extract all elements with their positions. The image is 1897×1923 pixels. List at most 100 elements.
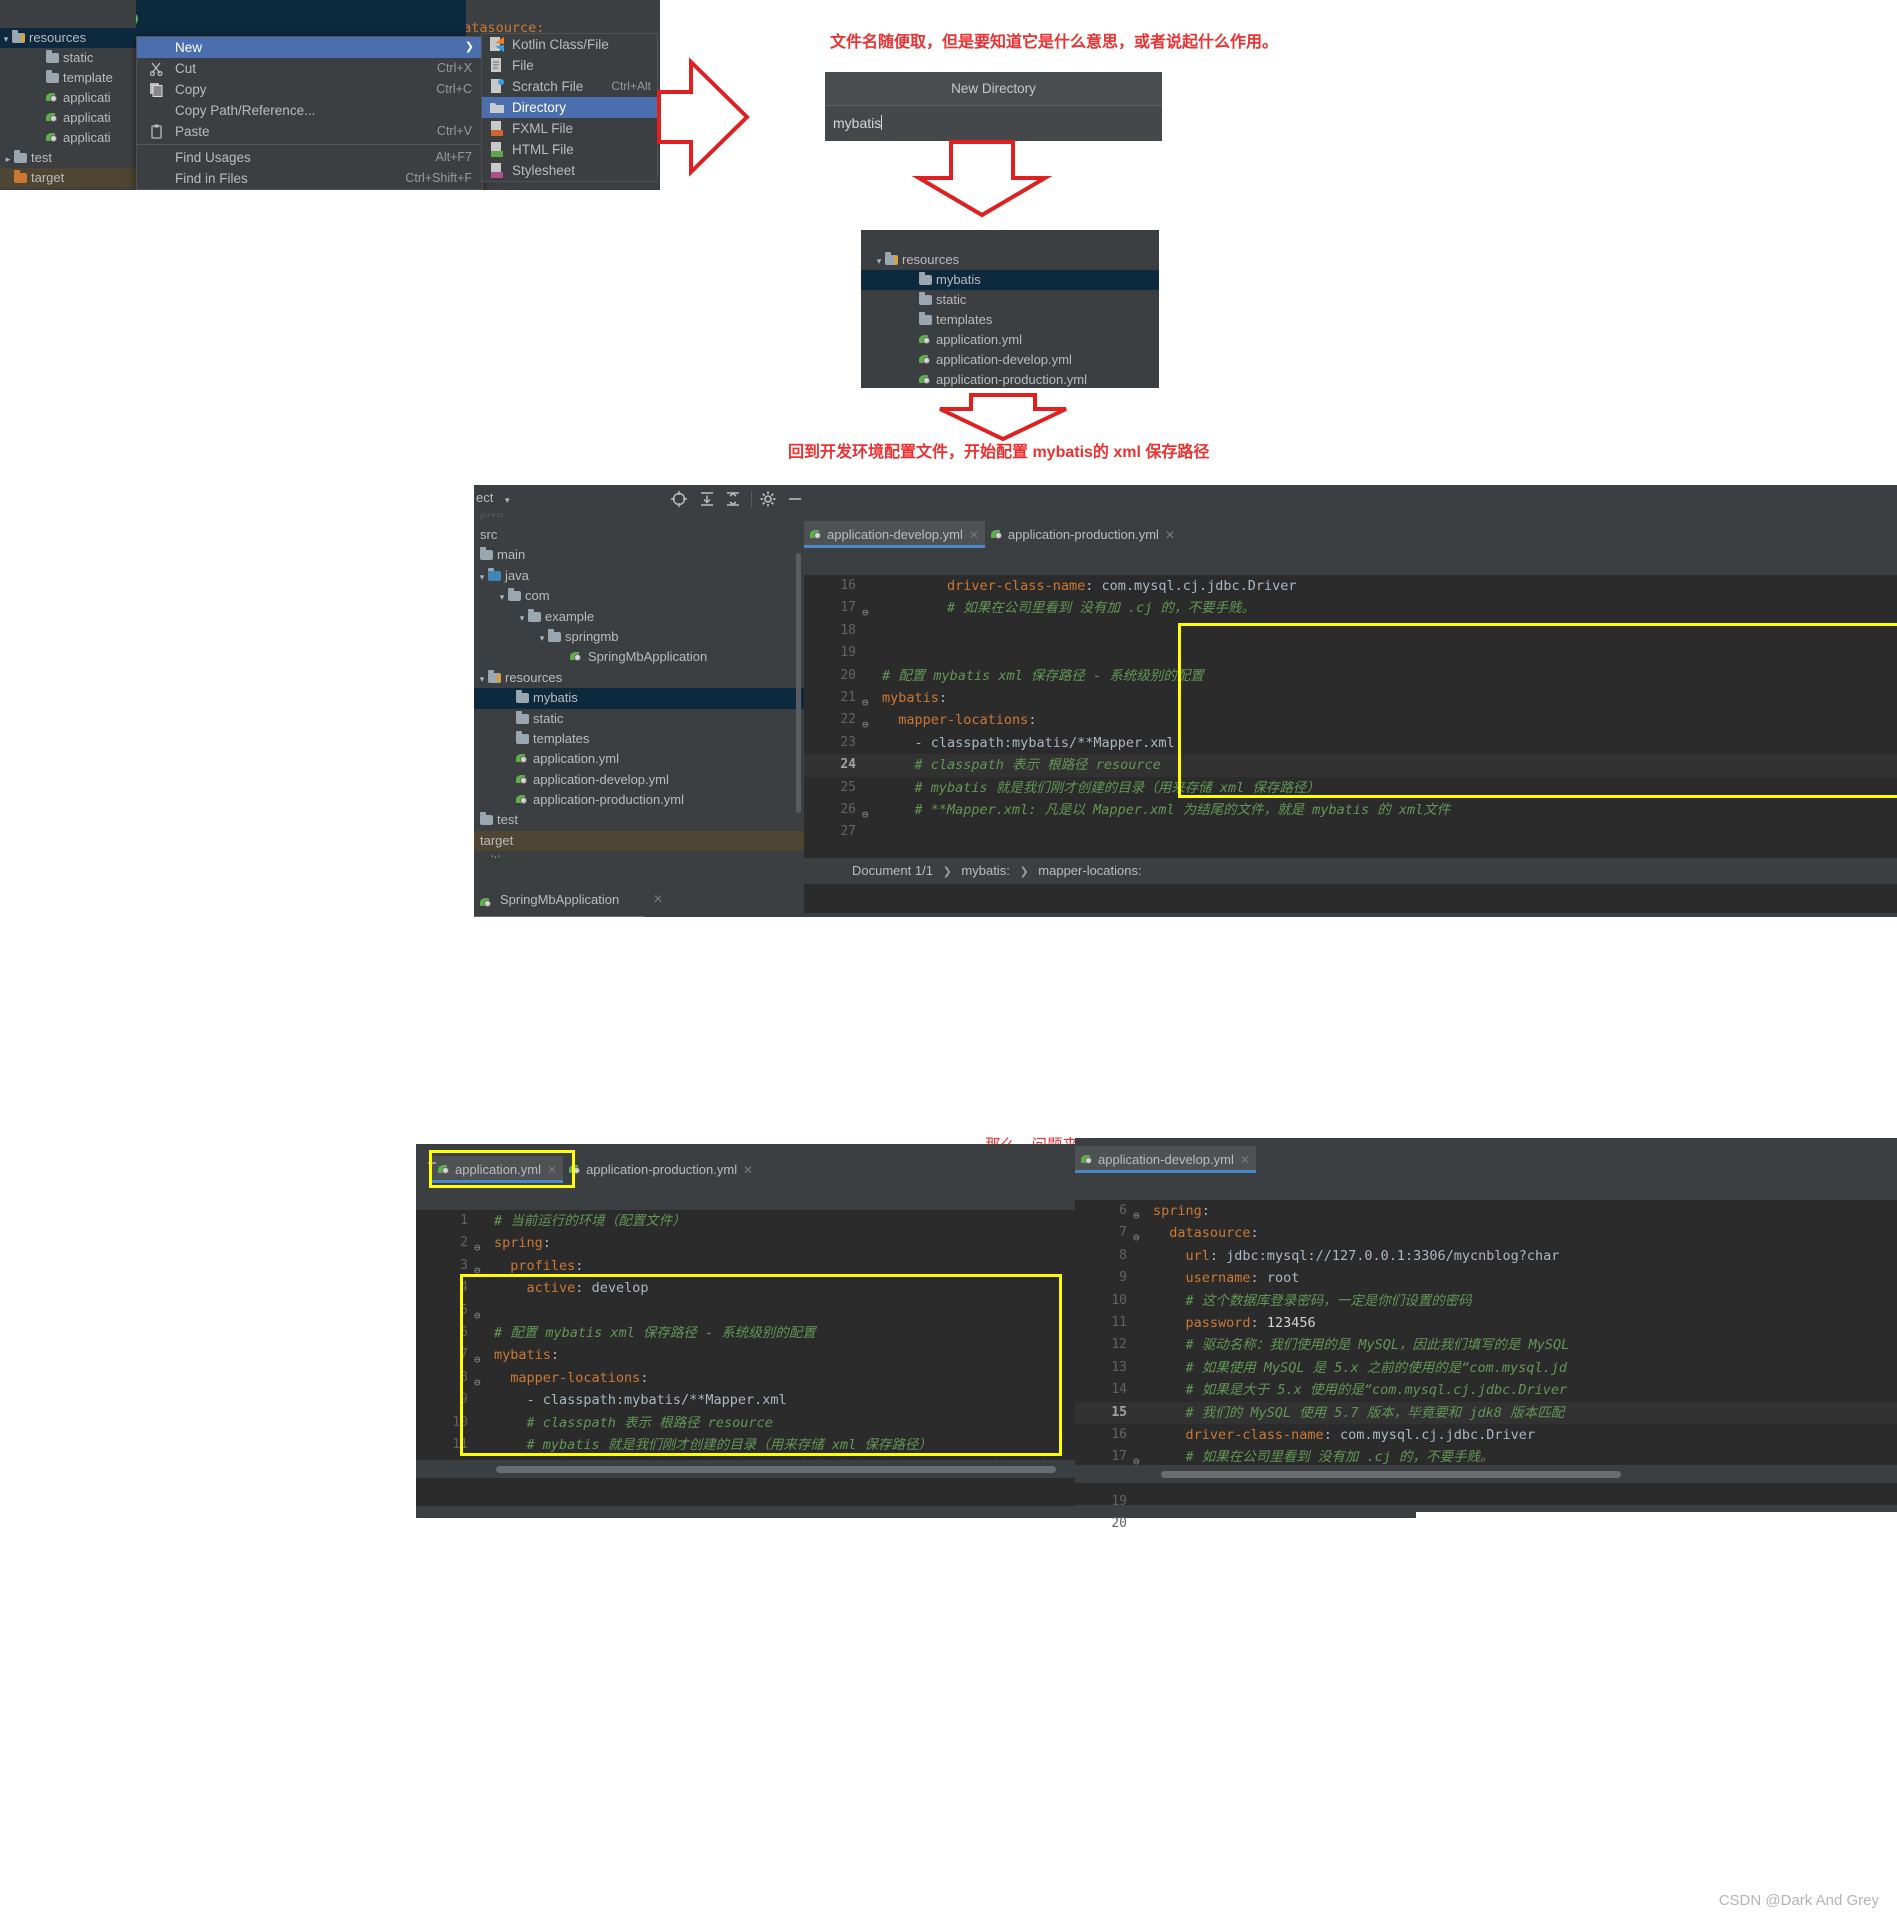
code-line[interactable]: 18 xyxy=(804,620,1897,642)
tree-row[interactable]: application-develop.yml xyxy=(474,770,804,790)
code-line[interactable]: 17 ⊖ # 如果在公司里看到 没有加 .cj 的，不要手贱。 xyxy=(804,597,1897,619)
tree-row[interactable]: static xyxy=(474,709,804,729)
code-line[interactable]: 12 # 驱动名称：我们使用的是 MySQL，因此我们填写的是 MySQL xyxy=(1075,1334,1897,1356)
code-line[interactable]: 21 ⊖ mybatis: xyxy=(804,687,1897,709)
tree-row[interactable]: target xyxy=(474,830,804,852)
minimize-icon[interactable] xyxy=(786,490,804,508)
project-tree-topleft[interactable]: ▾ resources static template applicati app… xyxy=(0,0,136,190)
close-icon[interactable]: ✕ xyxy=(1240,1153,1250,1167)
tree-row[interactable]: mybatis xyxy=(861,270,1159,290)
submenu-item-file[interactable]: File xyxy=(482,55,657,76)
tree-row[interactable]: SpringMbApplication xyxy=(474,647,804,667)
directory-name-input[interactable]: mybatis xyxy=(825,106,1162,141)
code-line[interactable]: 19 xyxy=(804,642,1897,664)
code-line[interactable]: 20 # 配置 mybatis xml 保存路径 - 系统级别的配置 xyxy=(804,665,1897,687)
tree-row[interactable]: application-production.yml xyxy=(861,370,1159,388)
menu-item-paste[interactable]: Paste Ctrl+V xyxy=(137,121,482,142)
code-line[interactable]: 22 ⊖ mapper-locations: xyxy=(804,709,1897,731)
code-line[interactable]: 19 xyxy=(1075,1491,1897,1513)
chevron-down-icon[interactable]: ▾ xyxy=(505,495,510,506)
tree-row[interactable]: templates xyxy=(474,729,804,749)
menu-item-cut[interactable]: Cut Ctrl+X xyxy=(137,58,482,79)
submenu-item-directory[interactable]: Directory xyxy=(482,97,657,118)
tree-row[interactable]: applicati xyxy=(0,88,136,108)
tree-row[interactable]: mybatis xyxy=(474,688,804,709)
locate-icon[interactable] xyxy=(670,490,688,508)
chevron-right-icon[interactable]: ▸ xyxy=(2,149,14,169)
tree-row[interactable]: templates xyxy=(861,310,1159,330)
chevron-down-icon[interactable]: ▾ xyxy=(873,251,885,271)
gear-icon[interactable] xyxy=(759,490,777,508)
submenu-item-stylesheet[interactable]: Stylesheet xyxy=(482,160,657,181)
tree-row[interactable]: src xyxy=(474,525,804,545)
tree-row[interactable]: application.yml xyxy=(474,749,804,769)
right-editor-hscroll-track[interactable] xyxy=(1075,1465,1897,1483)
menu-item-find-usages[interactable]: Find Usages Alt+F7 xyxy=(137,147,482,168)
tree-row[interactable]: ▾ resources xyxy=(861,250,1159,270)
tab-application-yml[interactable]: application.yml ✕ xyxy=(432,1156,564,1183)
bottom-tool-tab[interactable]: SpringMbApplication ✕ xyxy=(474,885,804,917)
tree-row[interactable]: applicati xyxy=(0,108,136,128)
submenu-item-html-file[interactable]: HTML File xyxy=(482,139,657,160)
chevron-down-icon[interactable]: ▾ xyxy=(516,608,528,628)
menu-item-new[interactable]: New ❯ xyxy=(137,37,482,58)
code-line[interactable]: 24 # classpath 表示 根路径 resource xyxy=(804,754,1897,777)
submenu-item-fxml-file[interactable]: FXML File xyxy=(482,118,657,139)
tree-row[interactable]: static xyxy=(0,48,136,68)
tab-application-production-yml[interactable]: application-production.yml ✕ xyxy=(563,1156,759,1183)
chevron-down-icon[interactable]: ▾ xyxy=(476,567,488,587)
tree-row[interactable]: ▾ springmb xyxy=(474,627,804,647)
tree-row[interactable]: ▾ resources xyxy=(474,668,804,688)
code-line[interactable]: 20 xyxy=(1075,1513,1897,1535)
close-icon[interactable]: ✕ xyxy=(653,892,663,906)
tree-row[interactable]: ▾ resources xyxy=(0,28,136,48)
submenu-item-scratch-file[interactable]: Scratch File Ctrl+Alt xyxy=(482,76,657,97)
tree-row[interactable]: applicati xyxy=(0,128,136,148)
expand-all-icon[interactable] xyxy=(698,490,716,508)
close-icon[interactable]: ✕ xyxy=(1165,528,1175,542)
code-line[interactable]: 14 # 如果是大于 5.x 使用的是“com.mysql.cj.jdbc.Dr… xyxy=(1075,1379,1897,1401)
new-submenu[interactable]: Kotlin Class/File File Scratch File Ctrl… xyxy=(481,33,658,182)
tree-row[interactable]: .gitignore xyxy=(474,851,804,858)
menu-item-copy[interactable]: Copy Ctrl+C xyxy=(137,79,482,100)
breadcrumb-mapper-locations[interactable]: mapper-locations: xyxy=(1038,863,1141,878)
code-line[interactable]: 8 url: jdbc:mysql://127.0.0.1:3306/mycnb… xyxy=(1075,1245,1897,1267)
tree-row[interactable]: ▸ test xyxy=(0,148,136,168)
submenu-item-kotlin-class-file[interactable]: Kotlin Class/File xyxy=(482,34,657,55)
tree-row[interactable]: application-develop.yml xyxy=(861,350,1159,370)
close-icon[interactable]: ✕ xyxy=(547,1163,557,1177)
tree-row[interactable]: ▾ example xyxy=(474,607,804,627)
tree-row[interactable]: template xyxy=(0,68,136,88)
code-line[interactable]: 26 ⊖ # **Mapper.xml: 凡是以 Mapper.xml 为结尾的文… xyxy=(804,799,1897,821)
code-line[interactable]: 25 # mybatis 就是我们刚才创建的目录（用来存储 xml 保存路径） xyxy=(804,777,1897,799)
code-line[interactable]: 9 username: root xyxy=(1075,1267,1897,1289)
tree-row[interactable]: main xyxy=(474,545,804,565)
code-line[interactable]: 15 # 我们的 MySQL 使用 5.7 版本，毕竟要和 jdk8 版本匹配 xyxy=(1075,1401,1897,1424)
code-line[interactable]: 7 ⊖ datasource: xyxy=(1075,1222,1897,1244)
chevron-down-icon[interactable]: ▾ xyxy=(476,669,488,689)
right-code-editor[interactable]: 6 ⊖ spring: 7 ⊖ datasource: 8 url: jdbc:mysql… xyxy=(1075,1200,1897,1531)
tree-row[interactable]: static xyxy=(861,290,1159,310)
right-editor-tab-bar[interactable]: application-develop.yml ✕ xyxy=(1075,1146,1897,1173)
left-editor-hscroll-thumb[interactable] xyxy=(496,1466,1056,1473)
code-line[interactable]: 16 driver-class-name: com.mysql.cj.jdbc.… xyxy=(1075,1424,1897,1446)
breadcrumb-mybatis[interactable]: mybatis: xyxy=(961,863,1009,878)
project-tree-scrollbar[interactable] xyxy=(796,553,801,813)
tree-row[interactable]: ▾ java xyxy=(474,566,804,586)
chevron-down-icon[interactable]: ▾ xyxy=(536,628,548,648)
tab-application-production-yml[interactable]: application-production.yml ✕ xyxy=(985,521,1181,548)
project-tree[interactable]: java src main ▾ java ▾ com ▾ example ▾ sprin… xyxy=(474,513,804,858)
tree-row[interactable]: test xyxy=(474,810,804,830)
code-line[interactable]: 10 # 这个数据库登录密码，一定是你们设置的密码 xyxy=(1075,1290,1897,1312)
code-line[interactable]: 13 # 如果使用 MySQL 是 5.x 之前的使用的是“com.mysql.… xyxy=(1075,1357,1897,1379)
editor-tab-bar[interactable]: application-develop.yml ✕ application-pro… xyxy=(804,521,1897,548)
tree-row[interactable]: application.yml xyxy=(861,330,1159,350)
menu-item-copy-path[interactable]: Copy Path/Reference... xyxy=(137,100,482,121)
collapse-all-icon[interactable] xyxy=(724,490,742,508)
chevron-down-icon[interactable]: ▾ xyxy=(496,587,508,607)
menu-item-find-in-files[interactable]: Find in Files Ctrl+Shift+F xyxy=(137,168,482,189)
tab-application-develop-yml[interactable]: application-develop.yml ✕ xyxy=(804,521,985,548)
tree-row[interactable]: ▾ com xyxy=(474,586,804,606)
close-icon[interactable]: ✕ xyxy=(969,528,979,542)
code-line[interactable]: 27 xyxy=(804,821,1897,843)
